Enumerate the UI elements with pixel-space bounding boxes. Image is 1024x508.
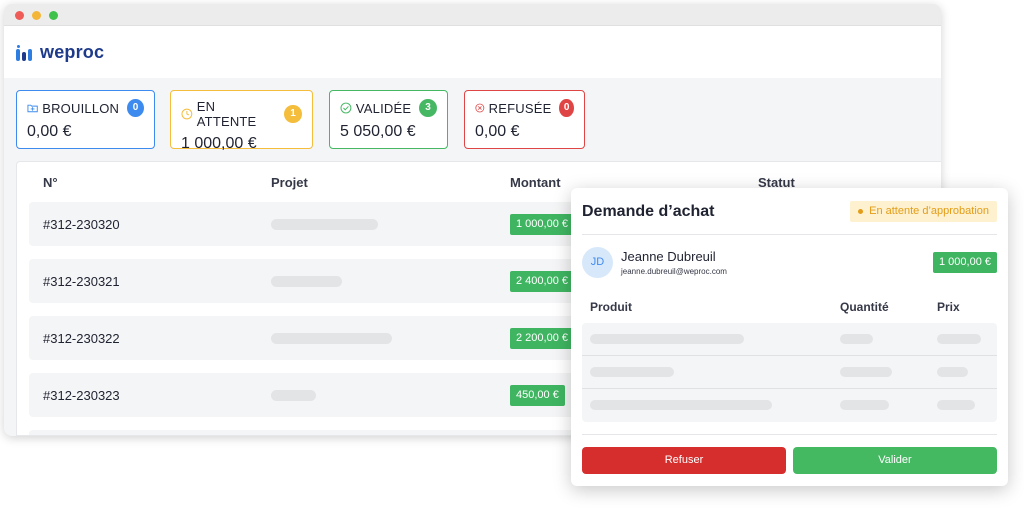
refuse-button[interactable]: Refuser — [582, 447, 786, 474]
modal-title: Demande d’achat — [582, 203, 715, 220]
validate-button[interactable]: Valider — [793, 447, 997, 474]
status-dot-icon — [858, 209, 864, 214]
project-placeholder — [271, 390, 316, 401]
avatar: JD — [582, 247, 613, 278]
quantity-placeholder — [840, 367, 892, 377]
amount-badge: 1 000,00 € — [510, 214, 574, 235]
logo[interactable]: weproc — [16, 42, 104, 63]
status-card-amount: 5 050,00 € — [340, 123, 416, 140]
close-window-button[interactable] — [15, 11, 24, 20]
clock-icon — [181, 108, 193, 120]
quantity-placeholder — [840, 400, 889, 410]
list-item — [582, 323, 997, 356]
divider — [582, 234, 997, 235]
project-placeholder — [271, 219, 378, 230]
amount-badge: 2 400,00 € — [510, 271, 574, 292]
logo-text: weproc — [40, 42, 105, 62]
request-number: #312-230323 — [43, 388, 120, 403]
status-card-validee[interactable]: VALIDÉE 3 5 050,00 € — [329, 90, 448, 149]
price-placeholder — [937, 400, 975, 410]
product-placeholder — [590, 334, 744, 344]
status-card-amount: 1 000,00 € — [181, 135, 257, 152]
status-card-label: EN ATTENTE — [196, 99, 257, 129]
request-number: #312-230321 — [43, 274, 120, 289]
product-placeholder — [590, 367, 674, 377]
maximize-window-button[interactable] — [49, 11, 58, 20]
divider — [582, 434, 997, 435]
amount-badge: 450,00 € — [510, 385, 565, 406]
status-card-label: REFUSÉE — [488, 100, 552, 116]
request-number: #312-230320 — [43, 217, 120, 232]
list-item — [582, 356, 997, 389]
status-card-brouillon[interactable]: BROUILLON 0 0,00 € — [16, 90, 155, 149]
project-placeholder — [271, 276, 342, 287]
requester-name: Jeanne Dubreuil — [621, 249, 716, 264]
purchase-request-modal: Demande d’achat En attente d’approbation… — [571, 188, 1008, 486]
minimize-window-button[interactable] — [32, 11, 41, 20]
status-card-amount: 0,00 € — [475, 123, 520, 140]
status-card-amount: 0,00 € — [27, 123, 72, 140]
status-card-label: VALIDÉE — [355, 100, 412, 116]
folder-icon — [27, 104, 38, 113]
check-circle-icon — [340, 102, 352, 114]
column-header-project[interactable]: Projet — [271, 175, 308, 190]
column-header-number[interactable]: N° — [43, 175, 58, 190]
products-table — [582, 323, 997, 422]
column-header-amount[interactable]: Montant — [510, 175, 561, 190]
status-badge-label: En attente d’approbation — [869, 205, 989, 217]
amount-badge: 2 200,00 € — [510, 328, 574, 349]
status-count-badge: 3 — [419, 99, 437, 117]
status-card-en-attente[interactable]: EN ATTENTE 1 1 000,00 € — [170, 90, 313, 152]
weproc-logo-icon — [16, 44, 32, 61]
requester-email: jeanne.dubreuil@weproc.com — [621, 267, 727, 276]
list-item — [582, 389, 997, 422]
product-placeholder — [590, 400, 772, 410]
window-titlebar — [4, 4, 941, 26]
status-badge: En attente d’approbation — [850, 201, 997, 222]
quantity-placeholder — [840, 334, 873, 344]
request-number: #312-230322 — [43, 331, 120, 346]
project-placeholder — [271, 333, 392, 344]
status-card-refusee[interactable]: REFUSÉE 0 0,00 € — [464, 90, 585, 149]
column-header-quantity: Quantité — [840, 300, 889, 314]
price-placeholder — [937, 334, 981, 344]
column-header-price: Prix — [937, 300, 960, 314]
column-header-product: Produit — [590, 300, 632, 314]
status-card-label: BROUILLON — [42, 100, 120, 116]
x-circle-icon — [475, 103, 485, 113]
app-header: weproc — [4, 26, 941, 78]
status-count-badge: 1 — [284, 105, 302, 123]
status-count-badge: 0 — [127, 99, 144, 117]
status-count-badge: 0 — [559, 99, 574, 117]
price-placeholder — [937, 367, 968, 377]
request-amount-badge: 1 000,00 € — [933, 252, 997, 273]
